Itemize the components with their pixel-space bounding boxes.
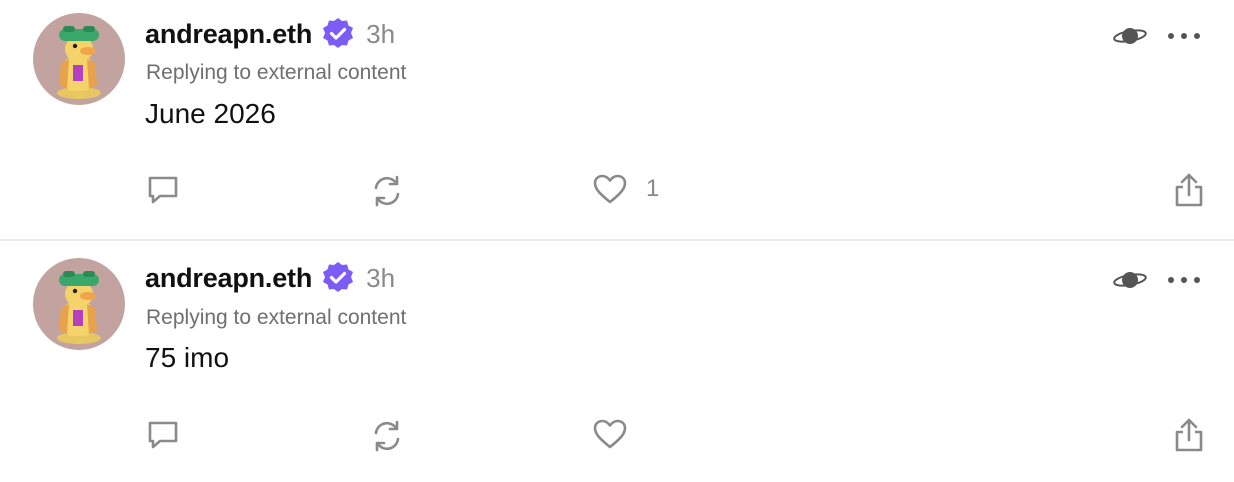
like-button[interactable]: 1 xyxy=(592,173,659,205)
post-text: June 2026 xyxy=(145,98,276,129)
share-button[interactable] xyxy=(1173,416,1205,454)
like-count: 1 xyxy=(646,175,660,202)
avatar[interactable] xyxy=(33,13,125,105)
verified-badge-icon xyxy=(320,260,356,296)
verified-badge-icon xyxy=(320,16,356,52)
share-icon xyxy=(1173,171,1205,209)
comment-icon xyxy=(146,419,180,451)
post-time: 3h xyxy=(366,262,396,293)
more-horizontal-icon[interactable] xyxy=(1165,267,1203,293)
more-horizontal-icon[interactable] xyxy=(1165,23,1203,49)
planet-icon[interactable] xyxy=(1112,267,1148,293)
avatar[interactable] xyxy=(33,258,125,350)
repost-icon xyxy=(369,173,405,209)
share-button[interactable] xyxy=(1173,171,1205,209)
post-header: andreapn.eth 3h xyxy=(145,14,395,54)
replying-to-label[interactable]: Replying to external content xyxy=(146,61,406,85)
planet-icon[interactable] xyxy=(1112,23,1148,49)
username[interactable]: andreapn.eth xyxy=(145,19,312,50)
repost-button[interactable] xyxy=(369,418,405,454)
heart-icon xyxy=(592,173,628,205)
post-header: andreapn.eth 3h xyxy=(145,258,395,298)
comment-button[interactable] xyxy=(146,174,180,206)
username[interactable]: andreapn.eth xyxy=(145,263,312,294)
post[interactable]: andreapn.eth 3h Replying to external con… xyxy=(0,0,1234,241)
post-text: 75 imo xyxy=(145,342,230,373)
replying-to-label[interactable]: Replying to external content xyxy=(146,306,406,330)
comment-button[interactable] xyxy=(146,419,180,451)
feed: andreapn.eth 3h Replying to external con… xyxy=(0,0,1234,482)
like-button[interactable] xyxy=(592,418,628,450)
repost-icon xyxy=(369,418,405,454)
comment-icon xyxy=(146,174,180,206)
share-icon xyxy=(1173,416,1205,454)
post[interactable]: andreapn.eth 3h Replying to external con… xyxy=(0,243,1234,482)
repost-button[interactable] xyxy=(369,173,405,209)
heart-icon xyxy=(592,418,628,450)
post-time: 3h xyxy=(366,18,396,49)
